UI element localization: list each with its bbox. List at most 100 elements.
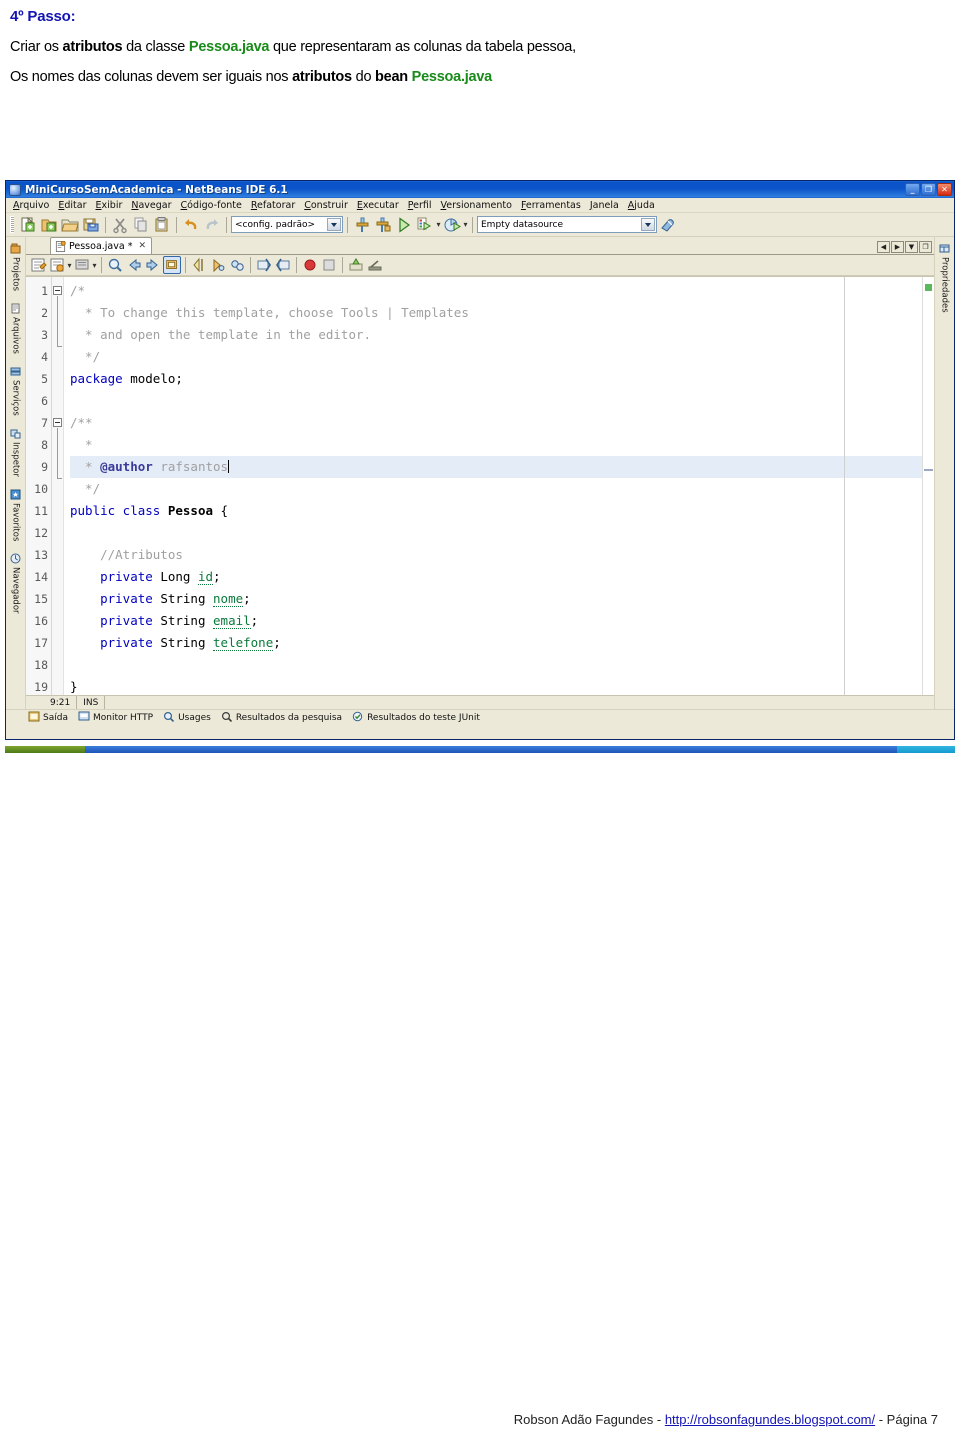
code-line[interactable]: /* bbox=[70, 280, 934, 302]
code-line[interactable]: public class Pessoa { bbox=[70, 500, 934, 522]
code-line[interactable]: private String telefone; bbox=[70, 632, 934, 654]
undo-icon[interactable] bbox=[181, 215, 201, 235]
menu-perfil[interactable]: Perfil bbox=[404, 199, 436, 212]
scroll-right-icon[interactable]: ▶ bbox=[891, 241, 904, 253]
minimize-button[interactable]: _ bbox=[905, 183, 920, 196]
redo-icon[interactable] bbox=[202, 215, 222, 235]
start-macro-icon[interactable] bbox=[228, 256, 246, 274]
debug-dropdown-arrow[interactable]: ▾ bbox=[436, 220, 441, 229]
code-line[interactable]: //Atributos bbox=[70, 544, 934, 566]
menu-c-digo-fonte[interactable]: Código-fonte bbox=[177, 199, 246, 212]
menu-arquivo[interactable]: Arquivo bbox=[9, 199, 53, 212]
datasource-combo[interactable]: Empty datasource bbox=[477, 216, 657, 233]
footer-link[interactable]: http://robsonfagundes.blogspot.com/ bbox=[665, 1412, 875, 1427]
save-all-icon[interactable] bbox=[81, 215, 101, 235]
profile-icon[interactable] bbox=[442, 215, 462, 235]
code-line[interactable] bbox=[70, 390, 934, 412]
code-line[interactable]: private Long id; bbox=[70, 566, 934, 588]
bookmark-dropdown-arrow[interactable]: ▾ bbox=[67, 261, 72, 270]
taskbar-system-tray[interactable] bbox=[897, 746, 955, 753]
next-error-icon[interactable] bbox=[320, 256, 338, 274]
open-project-icon[interactable] bbox=[60, 215, 80, 235]
code-line[interactable]: * bbox=[70, 434, 934, 456]
chevron-down-icon[interactable] bbox=[327, 218, 341, 231]
side-tab-servi-os[interactable]: Serviços bbox=[8, 362, 23, 418]
side-tab-arquivos[interactable]: Arquivos bbox=[8, 299, 23, 356]
fold-marker-javadoc[interactable] bbox=[53, 418, 62, 427]
previous-bookmark-icon[interactable] bbox=[125, 256, 143, 274]
find-selection-icon[interactable] bbox=[106, 256, 124, 274]
last-edit-icon[interactable] bbox=[29, 256, 47, 274]
menu-versionamento[interactable]: Versionamento bbox=[437, 199, 516, 212]
code-line[interactable] bbox=[70, 654, 934, 676]
menu-ajuda[interactable]: Ajuda bbox=[624, 199, 659, 212]
connect-icon[interactable] bbox=[658, 215, 678, 235]
menu-refatorar[interactable]: Refatorar bbox=[247, 199, 299, 212]
code-line[interactable]: private String nome; bbox=[70, 588, 934, 610]
profile-dropdown-arrow[interactable]: ▾ bbox=[463, 220, 468, 229]
scroll-left-icon[interactable]: ◀ bbox=[877, 241, 890, 253]
comment-dropdown-arrow[interactable]: ▾ bbox=[92, 261, 97, 270]
code-line[interactable]: * @author rafsantos bbox=[70, 456, 934, 478]
code-text[interactable]: /* * To change this template, choose Too… bbox=[64, 277, 934, 695]
next-bookmark-icon[interactable] bbox=[144, 256, 162, 274]
cut-icon[interactable] bbox=[110, 215, 130, 235]
code-line[interactable]: } bbox=[70, 676, 934, 695]
new-project-icon[interactable] bbox=[39, 215, 59, 235]
shift-right-icon[interactable] bbox=[209, 256, 227, 274]
code-line[interactable]: */ bbox=[70, 346, 934, 368]
tab-list-icon[interactable]: ▼ bbox=[905, 241, 918, 253]
bottom-tab-sa-da[interactable]: Saída bbox=[28, 711, 68, 725]
bottom-tab-usages[interactable]: Usages bbox=[163, 711, 211, 725]
new-file-icon[interactable] bbox=[18, 215, 38, 235]
tab-pessoa-java[interactable]: Pessoa.java * ✕ bbox=[50, 237, 153, 254]
config-combo[interactable]: <config. padrão> bbox=[231, 216, 343, 233]
code-line[interactable]: /** bbox=[70, 412, 934, 434]
toggle-breakpoint-arrow-icon[interactable] bbox=[274, 256, 292, 274]
fold-marker-comment[interactable] bbox=[53, 286, 62, 295]
code-line[interactable]: * and open the template in the editor. bbox=[70, 324, 934, 346]
run-icon[interactable] bbox=[394, 215, 414, 235]
maximize-icon[interactable]: ❐ bbox=[919, 241, 932, 253]
copy-icon[interactable] bbox=[131, 215, 151, 235]
shift-left-icon[interactable] bbox=[190, 256, 208, 274]
menu-executar[interactable]: Executar bbox=[353, 199, 403, 212]
menu-janela[interactable]: Janela bbox=[586, 199, 623, 212]
toggle-bookmark-icon[interactable] bbox=[48, 256, 66, 274]
code-line[interactable]: * To change this template, choose Tools … bbox=[70, 302, 934, 324]
bottom-tab-resultados-do-teste-junit[interactable]: Resultados do teste JUnit bbox=[352, 711, 480, 725]
menu-ferramentas[interactable]: Ferramentas bbox=[517, 199, 585, 212]
run-to-cursor-icon[interactable] bbox=[366, 256, 384, 274]
build-icon[interactable] bbox=[352, 215, 372, 235]
side-tab-navegador[interactable]: Navegador bbox=[8, 549, 23, 616]
clean-build-icon[interactable] bbox=[373, 215, 393, 235]
tab-close-icon[interactable]: ✕ bbox=[138, 241, 146, 251]
inspect-icon[interactable] bbox=[347, 256, 365, 274]
menu-exibir[interactable]: Exibir bbox=[92, 199, 127, 212]
restore-button[interactable]: ❐ bbox=[921, 183, 936, 196]
toggle-highlight-icon[interactable] bbox=[163, 256, 181, 274]
side-tab-inspetor[interactable]: Inspetor bbox=[8, 424, 23, 479]
chevron-down-icon-2[interactable] bbox=[641, 218, 655, 231]
code-line[interactable]: private String email; bbox=[70, 610, 934, 632]
menu-construir[interactable]: Construir bbox=[300, 199, 352, 212]
code-line[interactable]: package modelo; bbox=[70, 368, 934, 390]
stop-macro-icon[interactable] bbox=[255, 256, 273, 274]
menu-navegar[interactable]: Navegar bbox=[127, 199, 175, 212]
taskbar-window-list[interactable] bbox=[85, 746, 897, 753]
code-line[interactable]: */ bbox=[70, 478, 934, 500]
code-fold-column[interactable] bbox=[52, 277, 64, 695]
toggle-breakpoint-icon[interactable] bbox=[301, 256, 319, 274]
taskbar-start-button[interactable] bbox=[5, 746, 85, 753]
toolbar-grip[interactable] bbox=[10, 216, 14, 233]
side-tab-projetos[interactable]: Projetos bbox=[8, 239, 23, 293]
bottom-tab-resultados-da-pesquisa[interactable]: Resultados da pesquisa bbox=[221, 711, 342, 725]
menu-editar[interactable]: Editar bbox=[54, 199, 90, 212]
side-tab-propriedades[interactable]: Propriedades bbox=[937, 239, 952, 315]
code-editor[interactable]: 1 2 3 4 5 6 7 8 9 10 11 12 13 14 15 16 17 18 19 /* * To ch… bbox=[26, 276, 934, 695]
side-tab-favoritos[interactable]: Favoritos bbox=[8, 485, 23, 543]
debug-icon[interactable] bbox=[415, 215, 435, 235]
close-button[interactable]: ✕ bbox=[937, 183, 952, 196]
code-line[interactable] bbox=[70, 522, 934, 544]
paste-icon[interactable] bbox=[152, 215, 172, 235]
